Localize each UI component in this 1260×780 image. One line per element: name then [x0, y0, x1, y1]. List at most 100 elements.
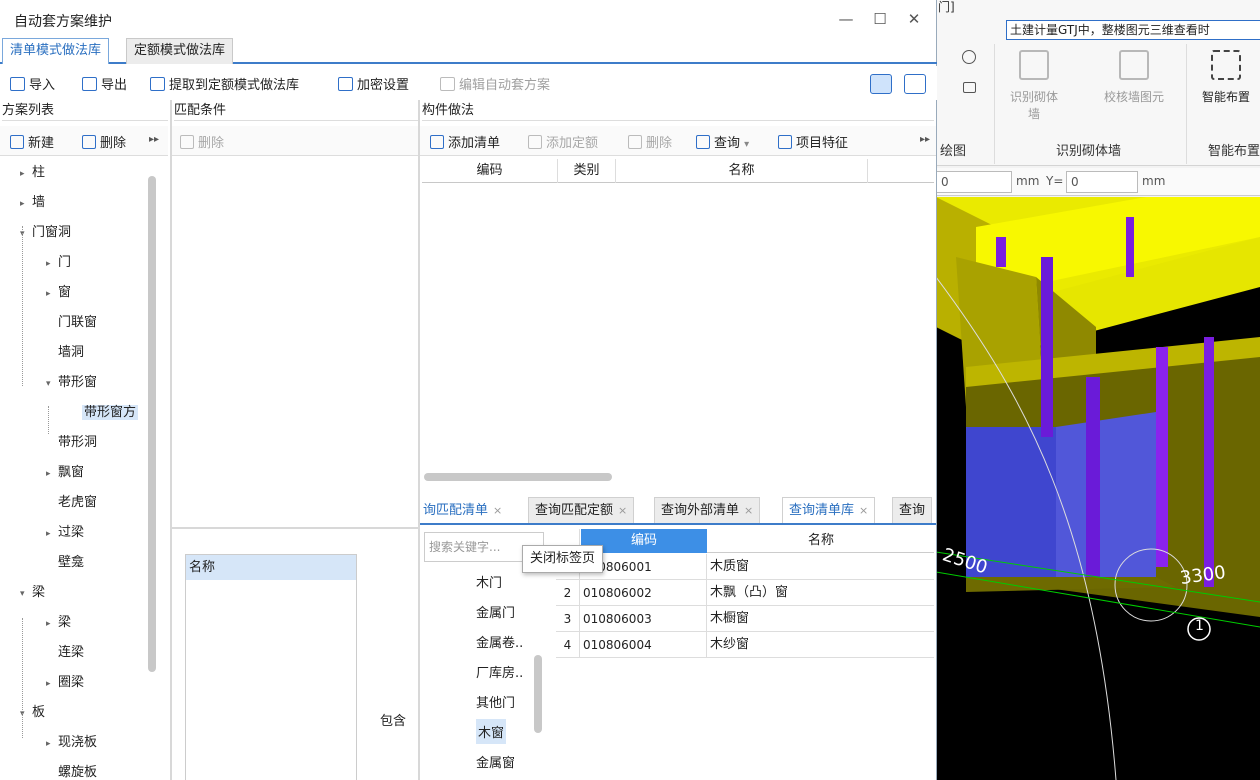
delete-method-button[interactable]: 删除	[628, 132, 672, 151]
expand-arrow-icon[interactable]: ▸	[46, 249, 58, 279]
tree-node[interactable]: 壁龛	[46, 548, 84, 578]
rectangle-icon[interactable]	[963, 82, 976, 93]
query-button[interactable]: 查询 ▾	[696, 132, 749, 151]
expand-arrow-icon[interactable]: ▸	[20, 189, 32, 219]
add-list-button[interactable]: 添加清单	[430, 132, 500, 151]
collapse-arrow-icon[interactable]: ▾	[46, 369, 58, 399]
close-tab-icon[interactable]: ×	[618, 504, 627, 517]
add-quota-button[interactable]: 添加定额	[528, 132, 598, 151]
export-button[interactable]: 导出	[82, 74, 127, 93]
collapse-arrow-icon[interactable]: ▾	[20, 579, 32, 609]
table-row[interactable]: 4 010806004 木纱窗	[556, 632, 934, 658]
query-tabs: 询匹配清单 × 查询匹配定额 × 查询外部清单 × 查询清单库 × 查询	[420, 495, 936, 525]
column-code[interactable]: 编码	[422, 159, 558, 183]
category-item[interactable]: 木窗	[476, 719, 507, 744]
tree-node[interactable]: 带形洞	[46, 428, 97, 458]
trash-icon	[180, 135, 194, 149]
tab-query-list-library[interactable]: 查询清单库 ×	[782, 497, 876, 523]
expand-arrow-icon[interactable]: ▸	[46, 459, 58, 489]
title-bar[interactable]: 自动套方案维护 — ☐ ✕	[0, 0, 937, 38]
column-name[interactable]: 名称	[616, 159, 868, 183]
minimize-button[interactable]: —	[834, 10, 858, 30]
layout-rows-icon[interactable]	[904, 74, 926, 94]
tree-node-label: 飘窗	[58, 465, 85, 480]
close-tab-icon[interactable]: ×	[493, 504, 502, 517]
scheme-tree[interactable]: ▸ 柱 ▸ 墙 ▾ 门窗洞 ▸ 门 ▸ 窗门联窗 墙洞 ▾ 带形窗 带形窗方 带形洞 ▸ 飘窗 老虎窗 ▸ 过梁 壁龛 ▾…	[0, 158, 168, 780]
expand-arrow-icon[interactable]: ▸	[46, 669, 58, 699]
pane-divider[interactable]	[418, 100, 420, 780]
category-item[interactable]: 金属窗	[476, 752, 515, 771]
tree-node[interactable]: ▸ 墙	[20, 188, 45, 218]
tree-node[interactable]: 门联窗	[46, 308, 97, 338]
category-item[interactable]: 金属卷..	[476, 632, 523, 651]
tree-node[interactable]: ▸ 门	[46, 248, 71, 278]
close-button[interactable]: ✕	[902, 10, 926, 30]
tree-node[interactable]: ▾ 带形窗	[46, 368, 97, 398]
tree-node[interactable]: ▾ 梁	[20, 578, 45, 608]
category-item[interactable]: 其他门	[476, 692, 515, 711]
tree-node[interactable]: 螺旋板	[46, 758, 97, 780]
tree-node[interactable]: ▸ 窗	[46, 278, 71, 308]
method-hscrollbar[interactable]	[424, 473, 612, 481]
tab-query-more[interactable]: 查询	[892, 497, 933, 523]
tree-node-label: 带形洞	[58, 435, 98, 450]
category-item[interactable]: 厂库房..	[476, 662, 523, 681]
x-offset-input[interactable]: 0	[936, 171, 1012, 193]
table-row[interactable]: 1010806001木质窗	[556, 554, 934, 580]
expand-arrow-icon[interactable]: ▸	[46, 729, 58, 759]
close-tab-icon[interactable]: ×	[744, 504, 753, 517]
identify-masonry-wall-button[interactable]: 识别砌体墙	[1006, 50, 1062, 122]
new-scheme-button[interactable]: 新建	[10, 132, 54, 151]
tab-list-mode-library[interactable]: 清单模式做法库	[2, 38, 110, 64]
table-row[interactable]: 3 010806003 木橱窗	[556, 606, 934, 632]
tree-node[interactable]: 墙洞	[46, 338, 84, 368]
tab-query-external-list[interactable]: 查询外部清单 ×	[654, 497, 761, 523]
close-tab-icon[interactable]: ×	[859, 504, 868, 517]
notice-banner[interactable]: 土建计量GTJ中，整楼图元三维查看时	[1006, 20, 1260, 40]
maximize-button[interactable]: ☐	[868, 10, 892, 30]
tree-node[interactable]: ▾ 门窗洞	[20, 218, 71, 248]
tree-node[interactable]: ▸ 飘窗	[46, 458, 84, 488]
y-offset-input[interactable]: 0	[1066, 171, 1138, 193]
category-item[interactable]: 木门	[476, 572, 502, 591]
more-chevron-icon[interactable]: ▸▸	[920, 134, 930, 145]
expand-arrow-icon[interactable]: ▸	[46, 519, 58, 549]
expand-arrow-icon[interactable]: ▸	[46, 279, 58, 309]
delete-condition-button[interactable]: 删除	[180, 132, 224, 151]
tab-query-match-list[interactable]: 询匹配清单 ×	[420, 497, 510, 523]
tree-node[interactable]: ▾ 板	[20, 698, 45, 728]
extract-to-quota-library-button[interactable]: 提取到定额模式做法库	[150, 74, 299, 93]
3d-viewport[interactable]: 2500 3300 1	[936, 197, 1260, 780]
check-wall-button[interactable]: 校核墙图元	[1094, 50, 1174, 105]
expand-arrow-icon[interactable]: ▸	[20, 159, 32, 189]
category-item[interactable]: 金属门	[476, 602, 515, 621]
encrypt-settings-button[interactable]: 加密设置	[338, 74, 409, 93]
pane-divider[interactable]	[170, 100, 172, 780]
compass-icon[interactable]	[962, 50, 976, 64]
tree-scrollbar[interactable]	[148, 176, 156, 672]
smart-layout-button[interactable]: 智能布置	[1194, 50, 1258, 105]
column-category[interactable]: 类别	[558, 159, 616, 183]
layout-columns-icon[interactable]	[870, 74, 892, 94]
pane-divider[interactable]	[172, 527, 418, 529]
delete-scheme-button[interactable]: 删除	[82, 132, 126, 151]
tree-node[interactable]: 带形窗方	[82, 398, 139, 428]
tree-node[interactable]: ▸ 现浇板	[46, 728, 97, 758]
edit-auto-scheme-button[interactable]: 编辑自动套方案	[440, 74, 550, 93]
category-scrollbar[interactable]	[534, 655, 542, 733]
item-feature-button[interactable]: 项目特征	[778, 132, 848, 151]
tree-guide-line	[22, 226, 23, 386]
tree-node[interactable]: ▸ 柱	[20, 158, 45, 188]
more-chevron-icon[interactable]: ▸▸	[149, 134, 159, 145]
tab-quota-mode-library[interactable]: 定额模式做法库	[126, 38, 234, 64]
tree-node[interactable]: ▸ 圈梁	[46, 668, 84, 698]
tree-node[interactable]: ▸ 梁	[46, 608, 71, 638]
expand-arrow-icon[interactable]: ▸	[46, 609, 58, 639]
tree-node[interactable]: ▸ 过梁	[46, 518, 84, 548]
tree-node[interactable]: 连梁	[46, 638, 84, 668]
tab-query-match-quota[interactable]: 查询匹配定额 ×	[528, 497, 635, 523]
table-row[interactable]: 2 010806002 木飘（凸）窗	[556, 580, 934, 606]
import-button[interactable]: 导入	[10, 74, 55, 93]
result-name-header[interactable]: 名称	[708, 529, 934, 553]
tree-node[interactable]: 老虎窗	[46, 488, 97, 518]
